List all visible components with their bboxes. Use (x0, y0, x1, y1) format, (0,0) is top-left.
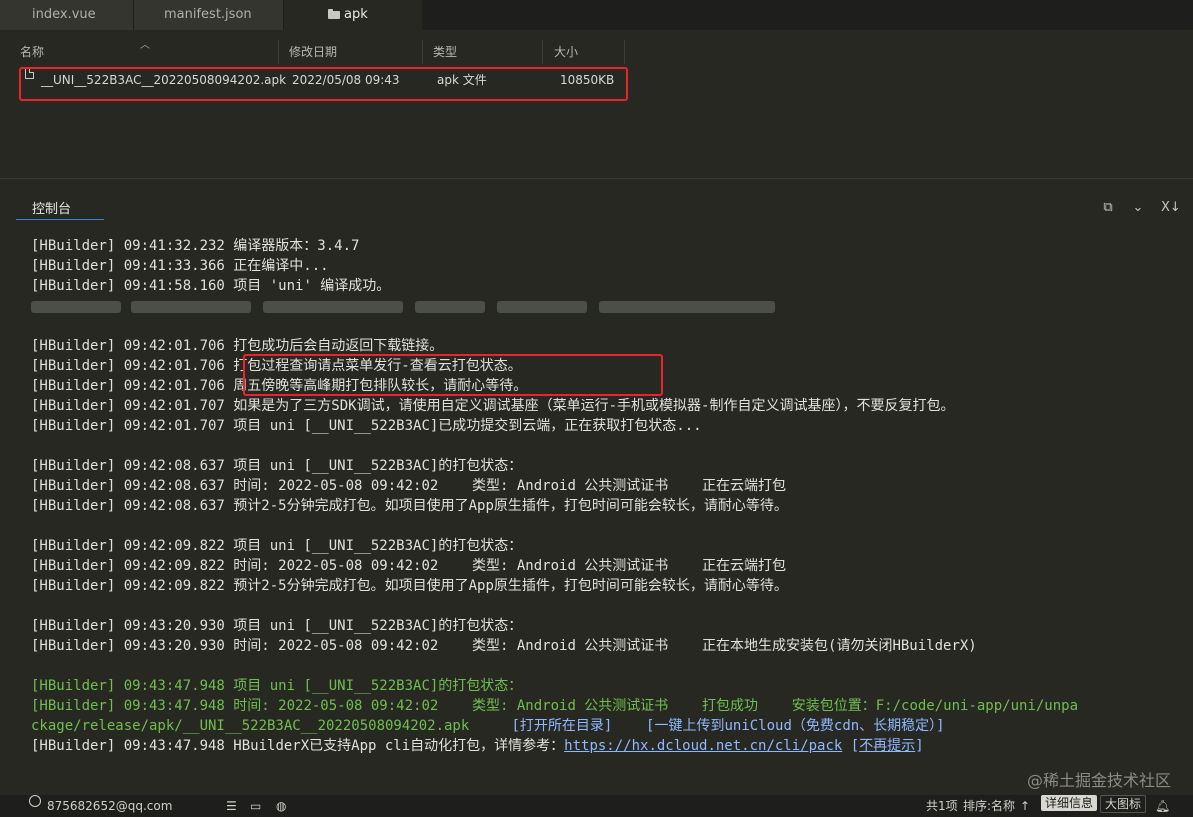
column-divider[interactable] (542, 40, 543, 64)
clear-console-icon[interactable]: X↓ (1161, 200, 1181, 215)
console-line: [HBuilder] 09:42:09.822 时间: 2022-05-08 0… (31, 558, 787, 574)
console-line: [HBuilder] 09:41:33.366 正在编译中... (31, 258, 329, 274)
column-divider[interactable] (422, 40, 423, 64)
column-header-name[interactable]: 名称 (20, 40, 44, 64)
dont-show-again-link[interactable]: 不再提示 (859, 738, 915, 754)
console-line: [HBuilder] 09:42:08.637 项目 uni [__UNI__5… (31, 458, 523, 474)
tab-label: manifest.json (164, 7, 252, 22)
console-line: [HBuilder] 09:42:09.822 项目 uni [__UNI__5… (31, 538, 523, 554)
upload-unicloud-link[interactable]: [一键上传到uniCloud（免费cdn、长期稳定）] (646, 718, 945, 734)
sort-ascending-icon: ︿ (140, 40, 150, 51)
terminal-icon[interactable]: ▭ (250, 795, 261, 817)
large-icon-view-button[interactable]: 大图标 (1100, 795, 1147, 813)
chevron-down-icon[interactable]: ⌄ (1129, 200, 1147, 215)
tab-apk-folder[interactable]: apk (284, 0, 422, 30)
item-count: 共1项 (926, 799, 958, 813)
tab-label: apk (344, 7, 368, 22)
detail-view-button[interactable]: 详细信息 (1041, 795, 1098, 811)
column-divider[interactable] (624, 40, 625, 64)
panel-divider (0, 178, 1193, 179)
open-directory-link[interactable]: [打开所在目录] (511, 718, 612, 734)
folder-icon (328, 9, 340, 19)
console-line: [HBuilder] 09:41:32.232 编译器版本：3.4.7 (31, 238, 360, 254)
console-line: [HBuilder] 09:43:20.930 时间: 2022-05-08 0… (31, 638, 977, 654)
tab-manifest-json[interactable]: manifest.json (134, 0, 284, 30)
user-icon[interactable] (29, 795, 41, 807)
console-line-success: [HBuilder] 09:43:47.948 时间: 2022-05-08 0… (31, 698, 1079, 714)
console-line-success: [HBuilder] 09:43:47.948 项目 uni [__UNI__5… (31, 678, 523, 694)
sort-up-icon[interactable]: ↑ (1020, 795, 1030, 817)
console-line: [HBuilder] 09:42:01.706 打包成功后会自动返回下载链接。 (31, 338, 444, 354)
sort-label[interactable]: 排序:名称 (963, 795, 1015, 817)
file-explorer: ︿ 名称 修改日期 类型 大小 __UNI__522B3AC__20220508… (0, 30, 1193, 178)
console-line: [HBuilder] 09:41:58.160 项目 'uni' 编译成功。 (31, 278, 391, 294)
console-line: [HBuilder] 09:42:08.637 预计2-5分钟完成打包。如项目使… (31, 498, 788, 514)
column-header-type[interactable]: 类型 (433, 40, 457, 64)
editor-tab-bar: index.vue manifest.json apk (0, 0, 1193, 30)
account-label[interactable]: 875682652@qq.com (47, 795, 172, 817)
console-line: [HBuilder] 09:42:08.637 时间: 2022-05-08 0… (31, 478, 787, 494)
watermark: @稀土掘金技术社区 (1026, 771, 1171, 790)
status-bar: 875682652@qq.com ☰ ▭ ◍ 共1项 排序:名称 ↑ 详细信息 … (0, 795, 1193, 817)
console-line: [HBuilder] 09:42:01.707 项目 uni [__UNI__5… (31, 418, 702, 434)
highlight-box-file (19, 67, 628, 101)
cli-docs-link[interactable]: https://hx.dcloud.net.cn/cli/pack (564, 738, 842, 754)
console-line: [HBuilder] 09:43:47.948 HBuilderX已支持App … (31, 738, 924, 754)
tab-label: index.vue (32, 7, 96, 22)
column-divider[interactable] (278, 40, 279, 64)
tab-console[interactable]: 控制台 (16, 198, 104, 220)
export-icon[interactable]: ⧉ (1099, 200, 1117, 215)
console-line: [HBuilder] 09:42:09.822 预计2-5分钟完成打包。如项目使… (31, 578, 788, 594)
console-line-success: ckage/release/apk/__UNI__522B3AC__202205… (31, 718, 945, 734)
console-line: [HBuilder] 09:42:01.707 如果是为了三方SDK调试，请使用… (31, 398, 955, 414)
column-header-modified[interactable]: 修改日期 (289, 40, 337, 64)
redacted-line (31, 296, 1181, 316)
console-line: [HBuilder] 09:43:20.930 项目 uni [__UNI__5… (31, 618, 523, 634)
list-icon[interactable]: ☰ (226, 795, 237, 817)
tab-index-vue[interactable]: index.vue (0, 0, 134, 30)
bell-icon[interactable]: 🔔︎ (1155, 795, 1170, 817)
highlight-box-console (243, 354, 663, 396)
console-output: [HBuilder] 09:41:32.232 编译器版本：3.4.7 [HBu… (31, 236, 1181, 756)
column-header-size[interactable]: 大小 (554, 40, 578, 64)
globe-icon[interactable]: ◍ (276, 795, 286, 817)
